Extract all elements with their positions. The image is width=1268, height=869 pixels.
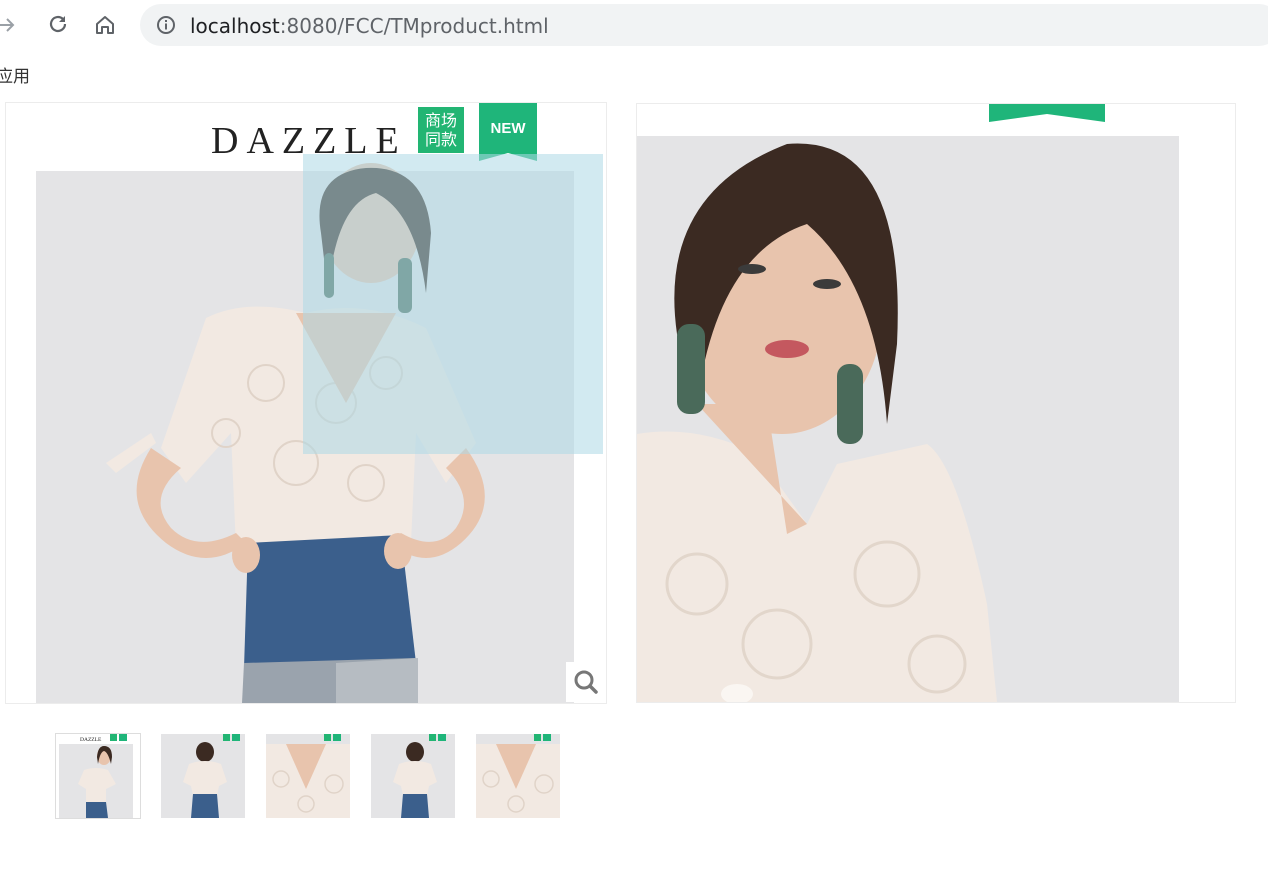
thumb-front-image: DAZZLE [56, 734, 140, 818]
thumb-detail-2[interactable] [476, 734, 560, 818]
thumb-back-image [161, 734, 245, 818]
arrow-right-icon [0, 18, 15, 32]
thumb-detail-2-image [476, 734, 560, 818]
info-icon[interactable] [156, 15, 176, 35]
browser-toolbar: localhost:8080/FCC/TMproduct.html [0, 0, 1268, 50]
svg-text:同款: 同款 [425, 130, 457, 149]
thumb-back[interactable] [161, 734, 245, 818]
url-text[interactable]: localhost:8080/FCC/TMproduct.html [190, 14, 549, 38]
url-host: localhost [190, 14, 280, 38]
bookmarks-apps[interactable]: 应用 [0, 62, 30, 87]
url-path: :8080/FCC/TMproduct.html [279, 14, 549, 38]
reload-icon [49, 15, 67, 33]
home-button[interactable] [90, 10, 120, 40]
zoom-button[interactable] [566, 662, 606, 702]
mall-badge-text: 商场 [425, 111, 457, 130]
thumb-front[interactable]: DAZZLE [56, 734, 140, 818]
reload-button[interactable] [43, 10, 73, 40]
magnifier-icon [574, 670, 598, 694]
home-icon [96, 16, 114, 34]
thumb-detail-image [266, 734, 350, 818]
address-bar[interactable]: localhost:8080/FCC/TMproduct.html [140, 4, 1268, 46]
thumb-detail[interactable] [266, 734, 350, 818]
thumb-back-2-image [371, 734, 455, 818]
svg-text:DAZZLE: DAZZLE [80, 737, 102, 743]
thumbnail-strip: DAZZLE [56, 734, 560, 818]
zoom-preview [636, 103, 1236, 703]
zoomed-photo [637, 104, 1235, 702]
new-badge-text: NEW [491, 120, 527, 137]
forward-button[interactable] [0, 10, 22, 40]
zoom-lens[interactable] [303, 154, 603, 454]
thumb-back-2[interactable] [371, 734, 455, 818]
